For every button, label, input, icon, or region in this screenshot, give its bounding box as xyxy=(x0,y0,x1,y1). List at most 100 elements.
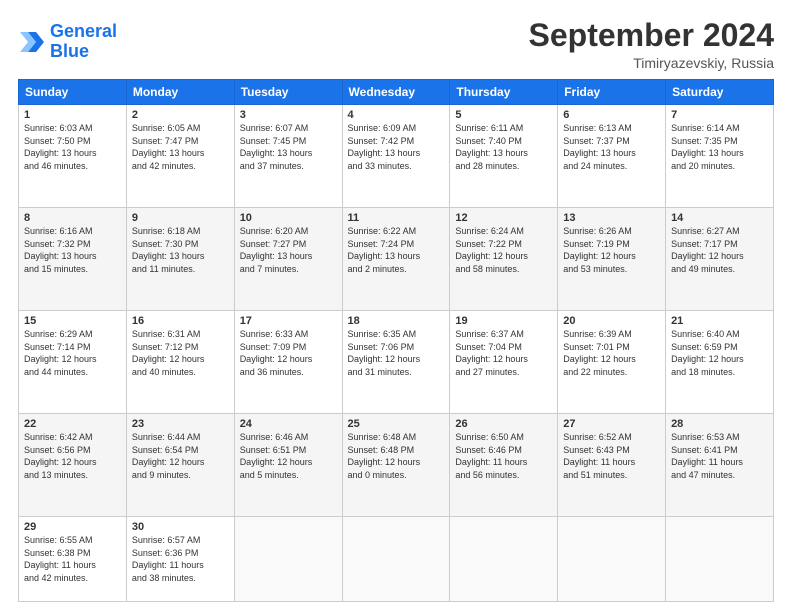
calendar-week-row: 1Sunrise: 6:03 AM Sunset: 7:50 PM Daylig… xyxy=(19,105,774,208)
table-row xyxy=(558,517,666,602)
table-row: 6Sunrise: 6:13 AM Sunset: 7:37 PM Daylig… xyxy=(558,105,666,208)
table-row: 25Sunrise: 6:48 AM Sunset: 6:48 PM Dayli… xyxy=(342,414,450,517)
day-number: 19 xyxy=(455,315,552,327)
table-row: 27Sunrise: 6:52 AM Sunset: 6:43 PM Dayli… xyxy=(558,414,666,517)
day-number: 20 xyxy=(563,315,660,327)
logo: General Blue xyxy=(18,22,117,62)
day-info: Sunrise: 6:29 AM Sunset: 7:14 PM Dayligh… xyxy=(24,328,121,378)
table-row: 23Sunrise: 6:44 AM Sunset: 6:54 PM Dayli… xyxy=(126,414,234,517)
calendar-week-row: 22Sunrise: 6:42 AM Sunset: 6:56 PM Dayli… xyxy=(19,414,774,517)
day-info: Sunrise: 6:07 AM Sunset: 7:45 PM Dayligh… xyxy=(240,122,337,172)
table-row: 26Sunrise: 6:50 AM Sunset: 6:46 PM Dayli… xyxy=(450,414,558,517)
table-row: 14Sunrise: 6:27 AM Sunset: 7:17 PM Dayli… xyxy=(666,208,774,311)
table-row xyxy=(450,517,558,602)
table-row: 29Sunrise: 6:55 AM Sunset: 6:38 PM Dayli… xyxy=(19,517,127,602)
day-number: 23 xyxy=(132,418,229,430)
day-number: 21 xyxy=(671,315,768,327)
day-info: Sunrise: 6:33 AM Sunset: 7:09 PM Dayligh… xyxy=(240,328,337,378)
table-row: 24Sunrise: 6:46 AM Sunset: 6:51 PM Dayli… xyxy=(234,414,342,517)
col-sunday: Sunday xyxy=(19,80,127,105)
logo-line1: General xyxy=(50,21,117,41)
day-number: 6 xyxy=(563,109,660,121)
day-info: Sunrise: 6:55 AM Sunset: 6:38 PM Dayligh… xyxy=(24,534,121,584)
day-info: Sunrise: 6:27 AM Sunset: 7:17 PM Dayligh… xyxy=(671,225,768,275)
day-info: Sunrise: 6:37 AM Sunset: 7:04 PM Dayligh… xyxy=(455,328,552,378)
day-info: Sunrise: 6:20 AM Sunset: 7:27 PM Dayligh… xyxy=(240,225,337,275)
calendar-week-row: 15Sunrise: 6:29 AM Sunset: 7:14 PM Dayli… xyxy=(19,311,774,414)
table-row: 15Sunrise: 6:29 AM Sunset: 7:14 PM Dayli… xyxy=(19,311,127,414)
day-info: Sunrise: 6:24 AM Sunset: 7:22 PM Dayligh… xyxy=(455,225,552,275)
table-row: 3Sunrise: 6:07 AM Sunset: 7:45 PM Daylig… xyxy=(234,105,342,208)
day-info: Sunrise: 6:44 AM Sunset: 6:54 PM Dayligh… xyxy=(132,431,229,481)
day-number: 18 xyxy=(348,315,445,327)
table-row xyxy=(234,517,342,602)
day-info: Sunrise: 6:53 AM Sunset: 6:41 PM Dayligh… xyxy=(671,431,768,481)
table-row: 12Sunrise: 6:24 AM Sunset: 7:22 PM Dayli… xyxy=(450,208,558,311)
day-number: 17 xyxy=(240,315,337,327)
day-info: Sunrise: 6:05 AM Sunset: 7:47 PM Dayligh… xyxy=(132,122,229,172)
day-number: 2 xyxy=(132,109,229,121)
table-row: 30Sunrise: 6:57 AM Sunset: 6:36 PM Dayli… xyxy=(126,517,234,602)
table-row: 5Sunrise: 6:11 AM Sunset: 7:40 PM Daylig… xyxy=(450,105,558,208)
day-number: 8 xyxy=(24,212,121,224)
table-row: 20Sunrise: 6:39 AM Sunset: 7:01 PM Dayli… xyxy=(558,311,666,414)
col-monday: Monday xyxy=(126,80,234,105)
calendar-header-row: Sunday Monday Tuesday Wednesday Thursday… xyxy=(19,80,774,105)
day-info: Sunrise: 6:18 AM Sunset: 7:30 PM Dayligh… xyxy=(132,225,229,275)
table-row: 10Sunrise: 6:20 AM Sunset: 7:27 PM Dayli… xyxy=(234,208,342,311)
day-number: 3 xyxy=(240,109,337,121)
day-number: 26 xyxy=(455,418,552,430)
day-info: Sunrise: 6:39 AM Sunset: 7:01 PM Dayligh… xyxy=(563,328,660,378)
day-info: Sunrise: 6:22 AM Sunset: 7:24 PM Dayligh… xyxy=(348,225,445,275)
logo-icon xyxy=(18,28,46,56)
day-number: 10 xyxy=(240,212,337,224)
day-info: Sunrise: 6:46 AM Sunset: 6:51 PM Dayligh… xyxy=(240,431,337,481)
day-number: 7 xyxy=(671,109,768,121)
month-title: September 2024 xyxy=(529,18,774,53)
day-number: 27 xyxy=(563,418,660,430)
table-row: 17Sunrise: 6:33 AM Sunset: 7:09 PM Dayli… xyxy=(234,311,342,414)
header: General Blue September 2024 Timiryazevsk… xyxy=(18,18,774,71)
day-number: 16 xyxy=(132,315,229,327)
table-row: 4Sunrise: 6:09 AM Sunset: 7:42 PM Daylig… xyxy=(342,105,450,208)
day-number: 15 xyxy=(24,315,121,327)
day-number: 1 xyxy=(24,109,121,121)
table-row xyxy=(342,517,450,602)
table-row: 16Sunrise: 6:31 AM Sunset: 7:12 PM Dayli… xyxy=(126,311,234,414)
page: General Blue September 2024 Timiryazevsk… xyxy=(0,0,792,612)
table-row: 8Sunrise: 6:16 AM Sunset: 7:32 PM Daylig… xyxy=(19,208,127,311)
table-row: 22Sunrise: 6:42 AM Sunset: 6:56 PM Dayli… xyxy=(19,414,127,517)
table-row: 11Sunrise: 6:22 AM Sunset: 7:24 PM Dayli… xyxy=(342,208,450,311)
day-info: Sunrise: 6:40 AM Sunset: 6:59 PM Dayligh… xyxy=(671,328,768,378)
day-info: Sunrise: 6:14 AM Sunset: 7:35 PM Dayligh… xyxy=(671,122,768,172)
day-info: Sunrise: 6:48 AM Sunset: 6:48 PM Dayligh… xyxy=(348,431,445,481)
day-info: Sunrise: 6:03 AM Sunset: 7:50 PM Dayligh… xyxy=(24,122,121,172)
col-saturday: Saturday xyxy=(666,80,774,105)
day-number: 11 xyxy=(348,212,445,224)
day-info: Sunrise: 6:09 AM Sunset: 7:42 PM Dayligh… xyxy=(348,122,445,172)
table-row: 21Sunrise: 6:40 AM Sunset: 6:59 PM Dayli… xyxy=(666,311,774,414)
day-number: 4 xyxy=(348,109,445,121)
day-number: 29 xyxy=(24,521,121,533)
day-number: 9 xyxy=(132,212,229,224)
day-number: 25 xyxy=(348,418,445,430)
location: Timiryazevskiy, Russia xyxy=(529,55,774,71)
logo-text: General Blue xyxy=(50,22,117,62)
table-row: 1Sunrise: 6:03 AM Sunset: 7:50 PM Daylig… xyxy=(19,105,127,208)
col-tuesday: Tuesday xyxy=(234,80,342,105)
day-number: 13 xyxy=(563,212,660,224)
day-info: Sunrise: 6:57 AM Sunset: 6:36 PM Dayligh… xyxy=(132,534,229,584)
day-number: 12 xyxy=(455,212,552,224)
day-number: 28 xyxy=(671,418,768,430)
day-number: 24 xyxy=(240,418,337,430)
calendar-table: Sunday Monday Tuesday Wednesday Thursday… xyxy=(18,79,774,602)
day-number: 5 xyxy=(455,109,552,121)
table-row: 7Sunrise: 6:14 AM Sunset: 7:35 PM Daylig… xyxy=(666,105,774,208)
day-number: 30 xyxy=(132,521,229,533)
table-row xyxy=(666,517,774,602)
day-info: Sunrise: 6:42 AM Sunset: 6:56 PM Dayligh… xyxy=(24,431,121,481)
logo-line2: Blue xyxy=(50,42,117,62)
day-info: Sunrise: 6:11 AM Sunset: 7:40 PM Dayligh… xyxy=(455,122,552,172)
day-info: Sunrise: 6:31 AM Sunset: 7:12 PM Dayligh… xyxy=(132,328,229,378)
calendar-week-row: 8Sunrise: 6:16 AM Sunset: 7:32 PM Daylig… xyxy=(19,208,774,311)
